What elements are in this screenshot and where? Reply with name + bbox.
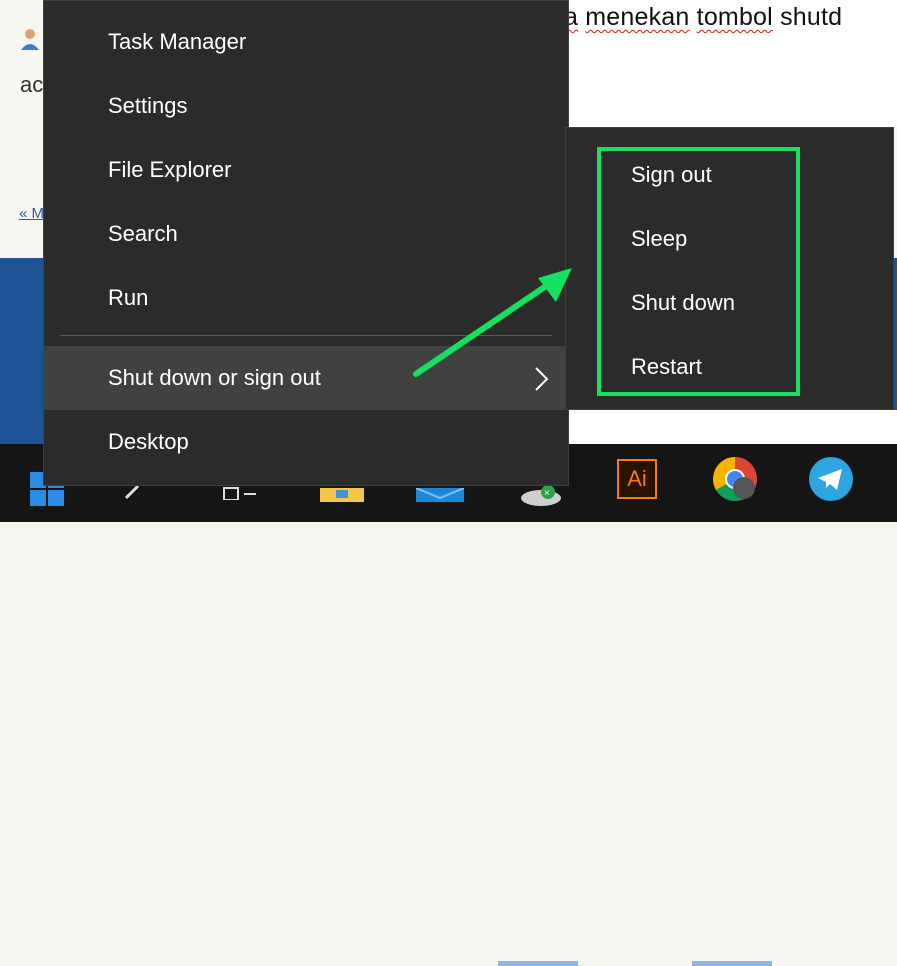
document-text-line: a menekan tombol shutd — [564, 3, 842, 32]
mail-icon[interactable] — [416, 488, 464, 502]
submenu-item-sleep[interactable]: Sleep — [566, 207, 893, 271]
menu-item-desktop[interactable]: Desktop — [44, 410, 568, 474]
menu-item-shut-down-or-sign-out[interactable]: Shut down or sign out — [44, 346, 568, 410]
menu-item-file-explorer[interactable]: File Explorer — [44, 138, 568, 202]
user-avatar-icon — [21, 29, 39, 50]
menu-item-label: Shut down or sign out — [108, 365, 321, 390]
menu-item-label: Search — [108, 221, 178, 246]
chevron-right-icon — [535, 367, 549, 391]
submenu-item-label: Sleep — [631, 226, 688, 251]
power-user-context-menu: Task Manager Settings File Explorer Sear… — [43, 0, 569, 486]
menu-item-label: Settings — [108, 93, 188, 118]
menu-item-label: Desktop — [108, 429, 189, 454]
submenu-item-label: Restart — [631, 354, 702, 379]
menu-item-task-manager[interactable]: Task Manager — [44, 10, 568, 74]
doc-word: tombol — [696, 3, 773, 31]
menu-item-label: Run — [108, 285, 149, 310]
svg-text:×: × — [544, 488, 550, 499]
submenu-item-label: Sign out — [631, 162, 712, 187]
chrome-icon[interactable] — [708, 452, 762, 506]
adobe-illustrator-icon[interactable]: Ai — [610, 452, 664, 506]
telegram-icon[interactable] — [804, 452, 858, 506]
doc-text-fragment: ac — [20, 72, 44, 97]
window-strip — [568, 410, 897, 444]
taskbar-active-indicator — [692, 961, 772, 966]
task-view-icon[interactable] — [222, 484, 258, 500]
menu-item-run[interactable]: Run — [44, 266, 568, 330]
doc-word: shutd — [780, 3, 843, 31]
submenu-item-sign-out[interactable]: Sign out — [566, 143, 893, 207]
submenu-item-restart[interactable]: Restart — [566, 335, 893, 399]
submenu-item-shut-down[interactable]: Shut down — [566, 271, 893, 335]
menu-item-search[interactable]: Search — [44, 202, 568, 266]
shutdown-submenu: Sign out Sleep Shut down Restart — [565, 127, 894, 410]
doc-word: menekan — [585, 3, 690, 31]
file-explorer-icon[interactable] — [320, 488, 364, 502]
menu-item-label: Task Manager — [108, 29, 247, 54]
doc-link-fragment[interactable]: « M — [19, 205, 44, 222]
menu-item-settings[interactable]: Settings — [44, 74, 568, 138]
submenu-item-label: Shut down — [631, 290, 735, 315]
taskbar-active-indicator — [498, 961, 578, 966]
menu-separator — [60, 335, 552, 336]
menu-item-label: File Explorer — [108, 157, 232, 182]
